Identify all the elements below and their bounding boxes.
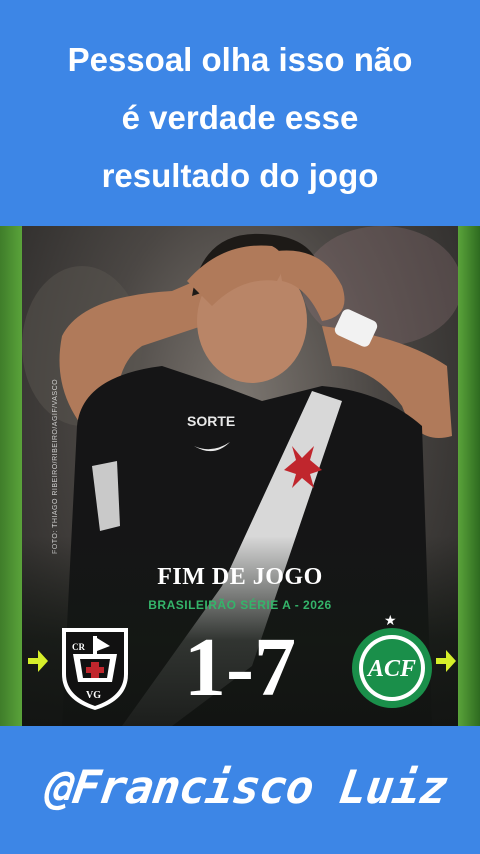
caption-line-1: Pessoal olha isso não bbox=[67, 41, 413, 78]
bottom-caption: @Francisco Luiz bbox=[0, 726, 480, 854]
caption-line-3: resultado do jogo bbox=[101, 157, 379, 194]
match-result-image: SORTE FOTO: THIAGO RIBEIRO/RIBEIRO/AGIF/… bbox=[0, 226, 480, 726]
chapecoense-crest-icon: ACF bbox=[352, 628, 432, 708]
svg-text:ACF: ACF bbox=[366, 656, 416, 682]
fim-de-jogo-title: FIM DE JOGO bbox=[157, 564, 323, 590]
caption-line-2: é verdade esse bbox=[121, 99, 359, 136]
competition-label: BRASILEIRÃO SÉRIE A - 2026 bbox=[148, 598, 332, 612]
caption-text: Pessoal olha isso não é verdade esse res… bbox=[20, 31, 460, 205]
photo-credit: FOTO: THIAGO RIBEIRO/RIBEIRO/AGIF/VASCO bbox=[52, 378, 59, 554]
author-handle: @Francisco Luiz bbox=[42, 760, 451, 814]
svg-text:SORTE: SORTE bbox=[187, 413, 235, 429]
top-caption: Pessoal olha isso não é verdade esse res… bbox=[0, 0, 480, 226]
